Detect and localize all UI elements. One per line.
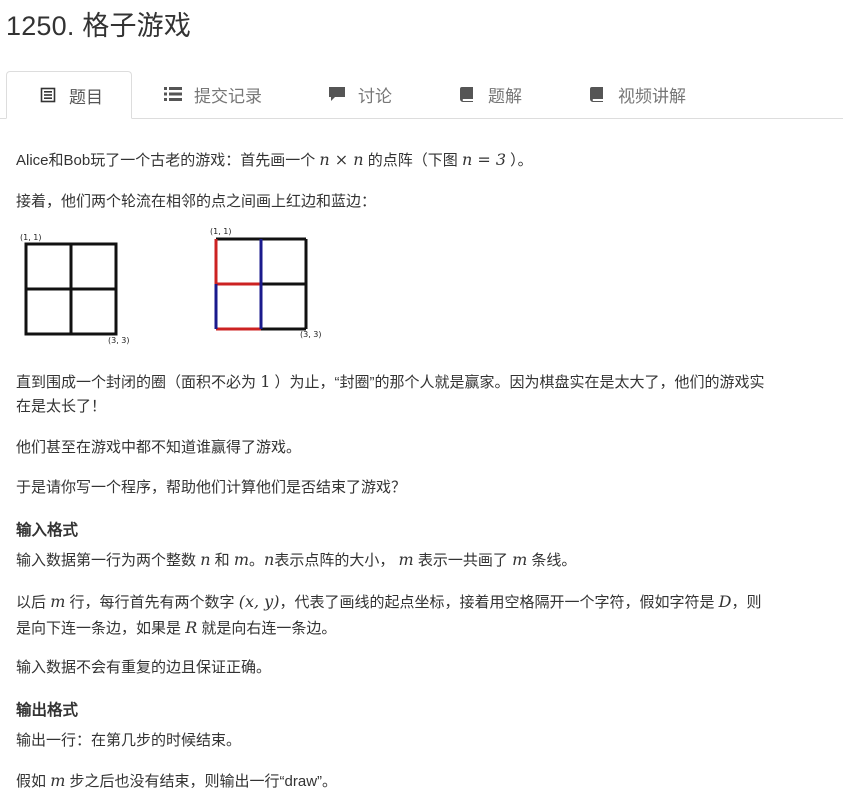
- input-format-heading: 输入格式: [16, 522, 79, 539]
- grid-label-bottom-right: (3, 3): [108, 336, 130, 345]
- output-format-heading: 输出格式: [16, 702, 79, 719]
- math-m: m: [512, 550, 528, 569]
- input-text: 输入数据第一行为两个整数: [16, 552, 197, 569]
- grid-drawing-colored: [214, 237, 308, 331]
- input-text: 是向下连一条边，如果是: [16, 620, 182, 637]
- input-text: 和: [214, 552, 230, 569]
- intro-paragraph: Alice和Bob玩了一个古老的游戏：首先画一个 n × n 的点阵（下图 n …: [16, 148, 533, 173]
- input-line-2-cont: 是向下连一条边，如果是 R 就是向右连一条边。: [16, 616, 336, 641]
- intro-text-c: ）。: [510, 152, 533, 169]
- grid-figure-empty: (1, 1) (3, 3): [18, 232, 146, 350]
- intro-math-nxn: n × n: [319, 150, 364, 169]
- tab-video-label: 视频讲解: [618, 86, 686, 106]
- math-m: m: [233, 550, 250, 569]
- tab-bar: 题目 提交记录 讨论 题解 视频讲解: [0, 71, 843, 119]
- intro-text-b: 的点阵（下图: [367, 152, 458, 169]
- tab-solutions-label: 题解: [488, 86, 522, 106]
- math-D: D: [718, 592, 732, 611]
- tab-problem[interactable]: 题目: [6, 71, 132, 119]
- win-math-1: 1: [260, 372, 271, 391]
- input-text: 表示点阵的大小，: [274, 552, 395, 569]
- math-n: n: [264, 550, 275, 569]
- intro-math-n3: n = 3: [461, 150, 506, 169]
- math-xy: (x, y): [238, 592, 280, 611]
- win-condition-paragraph: 直到围成一个封闭的圈（面积不必为 1 ）为止，“封圈”的那个人就是赢家。因为棋盘…: [16, 370, 826, 395]
- output-text: 假如: [16, 773, 47, 790]
- input-line-2: 以后 m 行，每行首先有两个数字 (x, y)，代表了画线的起点坐标，接着用空格…: [16, 590, 826, 615]
- input-line-3: 输入数据不会有重复的边且保证正确。: [16, 659, 272, 676]
- tab-problem-label: 题目: [69, 87, 103, 107]
- intro-text-a: Alice和Bob玩了一个古老的游戏：首先画一个: [16, 152, 316, 169]
- grid-label-top-left: (1, 1): [20, 233, 42, 242]
- tab-submissions-label: 提交记录: [194, 86, 262, 106]
- grid-label-bottom-right: (3, 3): [300, 330, 322, 339]
- list-icon: [164, 85, 182, 103]
- book-icon: [588, 85, 606, 103]
- input-text: 以后: [16, 594, 47, 611]
- output-line-1: 输出一行：在第几步的时候结束。: [16, 732, 242, 749]
- red-edges: [214, 239, 261, 331]
- win-text-a: 直到围成一个封闭的圈（面积不必为: [16, 374, 257, 391]
- tab-submissions[interactable]: 提交记录: [164, 71, 262, 117]
- grid-label-top-left: (1, 1): [210, 227, 232, 236]
- input-text: ，则: [731, 594, 762, 611]
- tab-discussion-label: 讨论: [358, 86, 392, 106]
- output-line-2: 假如 m 步之后也没有结束，则输出一行“draw”。: [16, 769, 337, 794]
- math-n: n: [200, 550, 211, 569]
- task-paragraph: 于是请你写一个程序，帮助他们计算他们是否结束了游戏？: [16, 479, 407, 496]
- comment-icon: [328, 85, 346, 103]
- output-text: 步之后也没有结束，则输出一行“draw”。: [69, 773, 338, 790]
- grid-drawing-empty: [24, 242, 118, 336]
- win-condition-paragraph-cont: 在是太长了！: [16, 398, 107, 415]
- math-m: m: [50, 592, 66, 611]
- tab-discussion[interactable]: 讨论: [328, 71, 392, 117]
- input-text: ，代表了画线的起点坐标，接着用空格隔开一个字符，假如字符是: [279, 594, 715, 611]
- grid-figure-colored: (1, 1) (3, 3): [206, 226, 334, 344]
- input-text: 行，每行首先有两个数字: [69, 594, 235, 611]
- math-m: m: [50, 771, 66, 790]
- unknown-winner-paragraph: 他们甚至在游戏中都不知道谁赢得了游戏。: [16, 439, 302, 456]
- book-icon: [458, 85, 476, 103]
- math-m: m: [398, 550, 414, 569]
- input-text: 就是向右连一条边。: [201, 620, 337, 637]
- tab-solutions[interactable]: 题解: [458, 71, 522, 117]
- document-icon: [39, 86, 57, 104]
- page-title: 1250. 格子游戏: [6, 11, 192, 41]
- math-R: R: [185, 618, 198, 637]
- edges-paragraph: 接着，他们两个轮流在相邻的点之间画上红边和蓝边：: [16, 193, 377, 210]
- input-text: 表示一共画了: [417, 552, 508, 569]
- input-line-1: 输入数据第一行为两个整数 n 和 m。n表示点阵的大小， m 表示一共画了 m …: [16, 548, 576, 573]
- tab-video[interactable]: 视频讲解: [588, 71, 686, 117]
- win-text-b: ）为止，“封圈”的那个人就是赢家。因为棋盘实在是太大了，他们的游戏实: [274, 374, 765, 391]
- input-text: 。: [249, 552, 265, 569]
- input-text: 条线。: [531, 552, 577, 569]
